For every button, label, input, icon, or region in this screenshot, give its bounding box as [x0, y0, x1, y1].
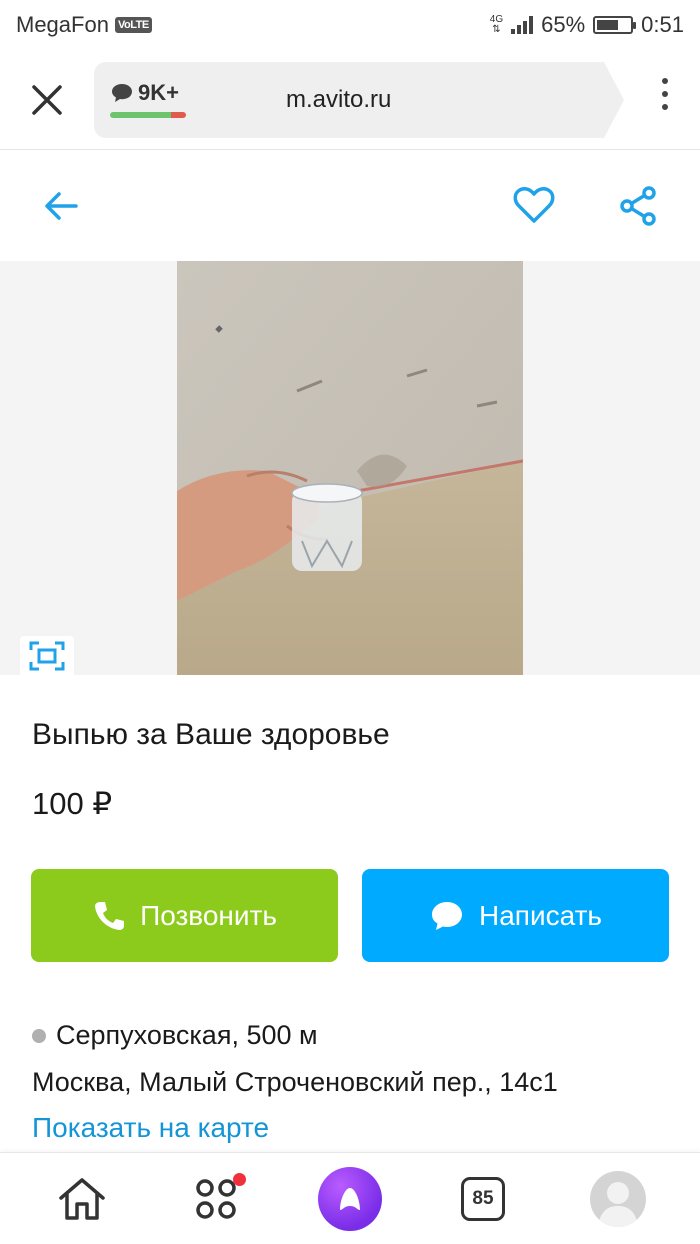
close-button[interactable]	[0, 50, 94, 150]
tabs-icon: 85	[461, 1177, 505, 1221]
notification-dot	[233, 1173, 246, 1186]
carrier-name: MegaFon	[16, 12, 109, 37]
call-button-label: Позвонить	[140, 899, 277, 931]
browser-toolbar: 9K+ m.avito.ru	[0, 50, 700, 150]
comment-icon	[112, 83, 132, 102]
network-indicator: 4G ⇅	[490, 15, 503, 35]
battery-fill	[597, 20, 618, 30]
home-button[interactable]	[52, 1169, 112, 1229]
metro-text: Серпуховская, 500 м	[56, 1020, 318, 1050]
fullscreen-button[interactable]	[20, 636, 74, 676]
call-button[interactable]: Позвонить	[31, 869, 338, 962]
listing-photo[interactable]	[177, 261, 523, 675]
photo-gallery[interactable]	[0, 261, 700, 676]
address-bar[interactable]: 9K+ m.avito.ru	[94, 61, 624, 138]
profile-button[interactable]	[588, 1169, 648, 1229]
profile-icon	[590, 1171, 646, 1227]
back-arrow-icon	[45, 192, 78, 220]
metro-line-dot	[32, 1028, 46, 1043]
close-icon	[32, 84, 62, 115]
show-on-map-link[interactable]: Показать на карте	[32, 1112, 269, 1144]
chat-icon	[432, 901, 463, 930]
address-text: Москва, Малый Строченовский пер., 14с1	[32, 1067, 558, 1097]
url-text: m.avito.ru	[286, 85, 392, 113]
menu-icon-dot	[662, 91, 668, 97]
phone-icon	[95, 901, 125, 930]
browser-bottom-nav: 85	[0, 1152, 700, 1244]
comments-badge[interactable]: 9K+	[110, 80, 190, 118]
browser-menu-button[interactable]	[660, 78, 670, 110]
back-button[interactable]	[42, 187, 80, 230]
metro-station: Серпуховская, 500 м	[32, 1020, 318, 1051]
alice-icon	[340, 1188, 360, 1210]
listing-price: 100 ₽	[32, 786, 113, 821]
clock: 0:51	[641, 12, 684, 37]
services-button[interactable]	[186, 1169, 246, 1229]
status-right: 4G ⇅ 65% 0:51	[490, 12, 684, 38]
home-icon	[59, 1178, 105, 1220]
menu-icon-dot	[662, 104, 668, 110]
status-left: MegaFon VoLTE	[16, 12, 152, 38]
signal-icon	[511, 16, 534, 34]
battery-percent: 65%	[541, 12, 586, 37]
comments-count: 9K+	[138, 79, 179, 105]
expand-icon	[29, 641, 65, 671]
share-button[interactable]	[618, 185, 658, 232]
tabs-button[interactable]: 85	[453, 1169, 513, 1229]
battery-icon	[593, 16, 637, 34]
write-button-label: Написать	[479, 899, 602, 931]
listing-header	[0, 151, 700, 261]
tabs-count: 85	[472, 1188, 494, 1209]
write-button[interactable]: Написать	[362, 869, 669, 962]
alice-button[interactable]	[318, 1167, 382, 1231]
favorite-button[interactable]	[512, 185, 556, 230]
photo-hand-with-shot-glass	[177, 261, 523, 675]
network-arrows: ⇅	[492, 24, 501, 35]
menu-icon-dot	[662, 78, 668, 84]
listing-title: Выпью за Ваше здоровье	[32, 718, 390, 751]
share-icon	[620, 186, 656, 226]
services-icon	[196, 1179, 236, 1219]
heart-icon	[513, 187, 555, 223]
volte-badge: VoLTE	[114, 17, 152, 33]
status-bar: MegaFon VoLTE 4G ⇅ 65% 0:51	[0, 0, 700, 50]
rating-bar	[110, 111, 186, 118]
